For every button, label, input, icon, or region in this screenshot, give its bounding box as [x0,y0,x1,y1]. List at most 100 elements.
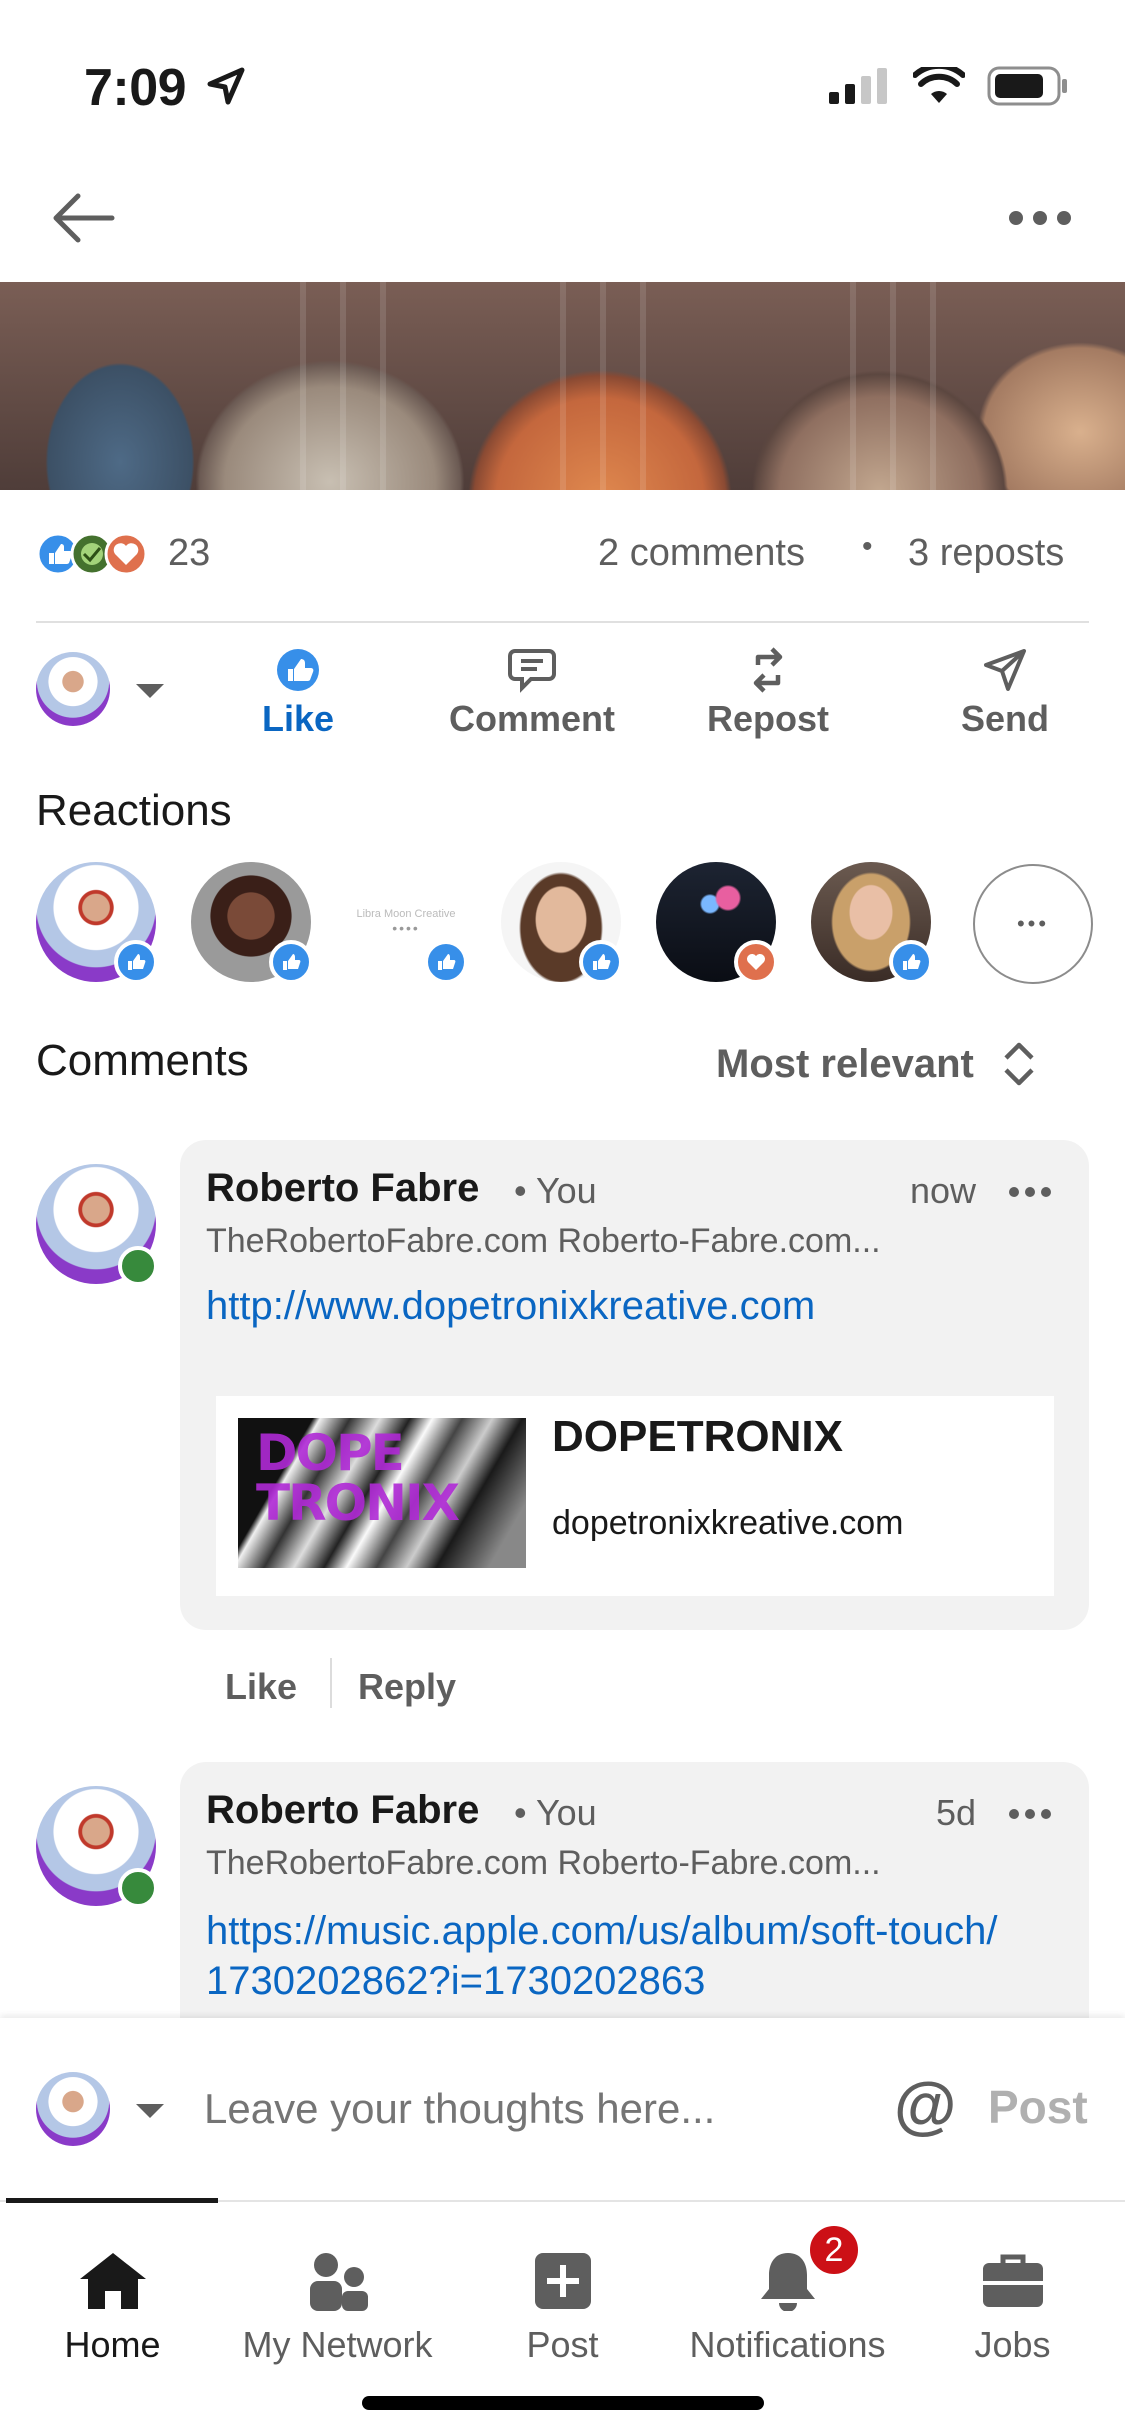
preview-domain: dopetronixkreative.com [552,1504,904,1542]
bottom-nav: Home My Network Post 2 Notifications Job… [0,2198,1125,2436]
home-icon [79,2253,146,2309]
my-network-icon [309,2253,368,2311]
chevron-down-icon [136,2104,164,2118]
avatar [36,2072,110,2146]
reactor-avatar[interactable] [656,862,780,986]
you-label: • You [514,1170,597,1211]
nav-notifications[interactable]: 2 Notifications [675,2202,900,2366]
commenter-headline: TheRobertoFabre.com Roberto-Fabre.com... [206,1844,881,1882]
comment-bubble: Roberto Fabre • You 5d TheRobertoFabre.c… [180,1762,1089,2018]
home-indicator [362,2396,764,2410]
comment-reply-button[interactable]: Reply [358,1666,456,1708]
post-image-seashells[interactable] [0,282,1125,490]
action-divider [330,1658,332,1708]
nav-post-label: Post [526,2324,599,2365]
comment-item: Roberto Fabre • You 5d TheRobertoFabre.c… [0,1762,1125,2018]
location-arrow-icon [207,67,245,105]
comment-input[interactable] [204,2074,844,2144]
comment-more-icon[interactable] [1008,1808,1052,1820]
comment-link[interactable]: http://www.dopetronixkreative.com [206,1284,815,1329]
comment-more-icon[interactable] [1008,1186,1052,1198]
reactor-avatar[interactable] [36,862,160,986]
sort-dropdown[interactable]: Most relevant [716,1036,1036,1092]
send-button[interactable]: Send [905,642,1105,740]
online-status-dot [118,1868,158,1908]
wifi-icon [913,67,965,103]
composer-actor-switcher[interactable] [36,2072,176,2148]
like-thumb-icon [277,649,319,691]
actor-switcher[interactable] [36,652,176,728]
counts-separator: • [862,530,873,563]
avatar [36,652,110,726]
comment-time: 5d [936,1792,977,1833]
comment-label: Comment [448,698,615,739]
nav-notifications-label: Notifications [689,2324,886,2365]
love-badge-icon [734,940,778,984]
more-reactions-button[interactable]: ••• [973,864,1093,984]
send-label: Send [960,698,1049,739]
nav-my-network[interactable]: My Network [225,2202,450,2366]
like-badge-icon [114,940,158,984]
sort-label: Most relevant [716,1041,974,1086]
post-comment-button[interactable]: Post [988,2080,1088,2134]
reactions-title: Reactions [36,786,232,835]
nav-home-label: Home [64,2324,161,2365]
commenter-avatar[interactable] [36,1164,160,1288]
link-preview-image: DOPE TRONIX [238,1418,526,1568]
commenter-headline: TheRobertoFabre.com Roberto-Fabre.com... [206,1222,881,1260]
like-badge-icon [424,940,468,984]
nav-home[interactable]: Home [0,2202,225,2366]
comment-link[interactable]: https://music.apple.com/us/album/soft-to… [206,1906,1006,2006]
reactor-avatar[interactable] [811,862,935,986]
status-time: 7:09 [84,59,187,117]
like-badge-icon [269,940,313,984]
send-icon [984,649,1026,691]
nav-post[interactable]: Post [450,2202,675,2366]
social-counts-row: 23 2 comments • 3 reposts [36,528,1089,580]
like-badge-icon [579,940,623,984]
reactor-avatar[interactable]: Libra Moon Creative •••• [346,862,470,986]
commenter-avatar[interactable] [36,1786,160,1910]
nav-jobs-label: Jobs [974,2324,1051,2365]
repost-label: Repost [706,698,829,739]
online-status-dot [118,1246,158,1286]
commenter-name[interactable]: Roberto Fabre [206,1166,479,1211]
comment-time: now [910,1170,977,1211]
like-button[interactable]: Like [198,642,398,740]
back-arrow-icon[interactable] [48,188,118,248]
status-icons [829,66,1069,106]
comments-title: Comments [36,1036,249,1085]
reposts-count[interactable]: 3 reposts [908,532,1064,575]
link-preview-card[interactable]: DOPE TRONIX DOPETRONIX dopetronixkreativ… [216,1396,1054,1596]
mention-button[interactable]: @ [894,2068,956,2142]
comment-like-button[interactable]: Like [225,1666,297,1708]
comment-icon [508,649,556,693]
post-plus-icon [534,2253,591,2309]
chevron-down-icon [136,684,164,698]
nav-jobs[interactable]: Jobs [900,2202,1125,2366]
preview-title: DOPETRONIX [552,1412,843,1461]
top-bar [0,170,1125,282]
cellular-signal-icon [829,68,887,104]
repost-button[interactable]: Repost [668,642,868,740]
like-badge-icon [889,940,933,984]
reactor-avatar[interactable] [191,862,315,986]
briefcase-icon [982,2254,1043,2307]
you-label: • You [514,1792,597,1833]
comment-composer: @ Post [0,2018,1125,2202]
comment-item: Roberto Fabre • You now TheRobertoFabre.… [0,1140,1125,1730]
comment-bubble: Roberto Fabre • You now TheRobertoFabre.… [180,1140,1089,1630]
more-options-icon[interactable] [1008,208,1072,228]
sort-chevrons-icon [1004,1042,1034,1086]
reaction-icons[interactable] [36,532,156,576]
commenter-name[interactable]: Roberto Fabre [206,1788,479,1833]
reactor-avatar[interactable] [501,862,625,986]
divider [36,621,1089,623]
more-reactions-dots: ••• [1016,911,1050,936]
comments-count[interactable]: 2 comments [598,532,805,575]
reactions-row: Libra Moon Creative •••• ••• [0,862,1125,992]
notifications-badge: 2 [806,2222,862,2278]
battery-icon [987,66,1067,106]
reaction-count[interactable]: 23 [168,532,210,575]
comment-button[interactable]: Comment [432,642,632,740]
